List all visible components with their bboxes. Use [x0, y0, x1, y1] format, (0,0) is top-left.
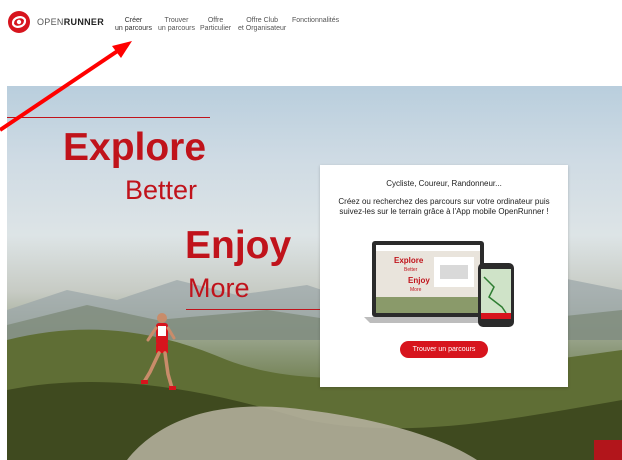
top-nav-bar: OPENRUNNER Créer un parcours Trouver un pa… [0, 0, 622, 42]
decor-line-top [7, 117, 210, 118]
devices-illustration: Explore Better Enjoy More [364, 241, 514, 327]
menu-offer-individual[interactable]: Offre Particulier [200, 17, 231, 33]
logo-text: OPENRUNNER [37, 17, 105, 27]
openrunner-logo-icon [8, 11, 30, 33]
corner-widget[interactable] [594, 440, 622, 460]
menu-offer-club[interactable]: Offre Club et Organisateur [238, 17, 286, 33]
menu-create-route[interactable]: Créer un parcours [115, 17, 152, 33]
runner-figure [141, 313, 176, 390]
promo-title: Cycliste, Coureur, Randonneur... [386, 179, 502, 188]
hero-explore: Explore [63, 126, 207, 169]
laptop-explore: Explore [394, 256, 424, 265]
menu-find-route[interactable]: Trouver un parcours [158, 17, 195, 33]
laptop-better: Better [404, 267, 418, 273]
promo-description: Créez ou recherchez des parcours sur vot… [338, 197, 550, 216]
hero-enjoy: Enjoy [185, 224, 292, 267]
hero-more: More [188, 273, 250, 303]
hero-better: Better [125, 175, 198, 205]
laptop-enjoy: Enjoy [408, 276, 430, 285]
openrunner-logo[interactable]: OPENRUNNER [7, 10, 104, 34]
laptop-more: More [410, 287, 422, 293]
decor-line-bottom [186, 309, 322, 310]
menu-features[interactable]: Fonctionnalités [292, 17, 339, 25]
promo-card: Cycliste, Coureur, Randonneur... Créez o… [320, 165, 568, 387]
find-route-button[interactable]: Trouver un parcours [400, 341, 488, 358]
